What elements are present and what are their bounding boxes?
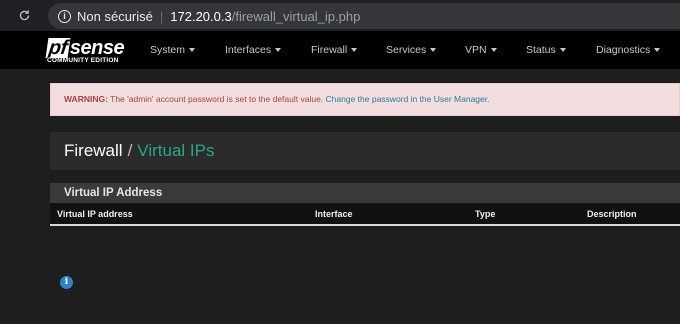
caret-down-icon [351,48,358,53]
column-type: Type [475,209,496,219]
site-info-icon[interactable]: i [58,9,71,23]
pfsense-logo[interactable]: pfsense COMMUNITY EDITION [45,37,133,64]
address-bar[interactable]: i Non sécurisé | 172.20.0.3/firewall_vir… [48,3,680,29]
nav-system[interactable]: System [150,31,196,69]
column-description: Description [587,209,637,219]
caret-down-icon [559,48,566,53]
nav-status[interactable]: Status [526,31,566,69]
security-label: Non sécurisé [77,8,153,24]
caret-down-icon [275,48,282,53]
caret-down-icon [430,48,437,53]
nav-interfaces[interactable]: Interfaces [225,31,282,69]
logo-sense-text: sense [69,37,125,59]
column-virtual-ip-address: Virtual IP address [57,209,133,219]
logo-edition: COMMUNITY EDITION [47,57,119,64]
table-header-row: Virtual IP address Interface Type Descri… [50,203,680,226]
info-icon[interactable]: i [60,276,73,289]
url-host: 172.20.0.3 [170,8,232,24]
nav-diagnostics[interactable]: Diagnostics [596,31,661,69]
change-password-link[interactable]: Change the password in the User Manager. [326,94,490,104]
breadcrumb-virtual-ips[interactable]: Virtual IPs [137,141,214,160]
warning-message: The 'admin' account password is set to t… [107,94,326,104]
reload-icon[interactable] [18,9,31,22]
browser-toolbar: i Non sécurisé | 172.20.0.3/firewall_vir… [0,0,680,31]
default-password-warning: WARNING: The 'admin' account password is… [50,83,680,116]
warning-prefix: WARNING: [64,94,108,104]
nav-services[interactable]: Services [386,31,437,69]
address-separator: | [159,8,164,24]
nav-firewall[interactable]: Firewall [311,31,358,69]
caret-down-icon [490,48,497,53]
url-path: /firewall_virtual_ip.php [231,8,361,24]
breadcrumb-separator: / [127,141,133,160]
caret-down-icon [189,48,196,53]
breadcrumb: Firewall / Virtual IPs [64,141,214,161]
column-interface: Interface [315,209,353,219]
caret-down-icon [654,48,661,53]
breadcrumb-firewall[interactable]: Firewall [64,141,123,160]
logo-pf-mark: pf [45,37,71,59]
panel-title: Virtual IP Address [50,183,680,203]
nav-vpn[interactable]: VPN [465,31,497,69]
